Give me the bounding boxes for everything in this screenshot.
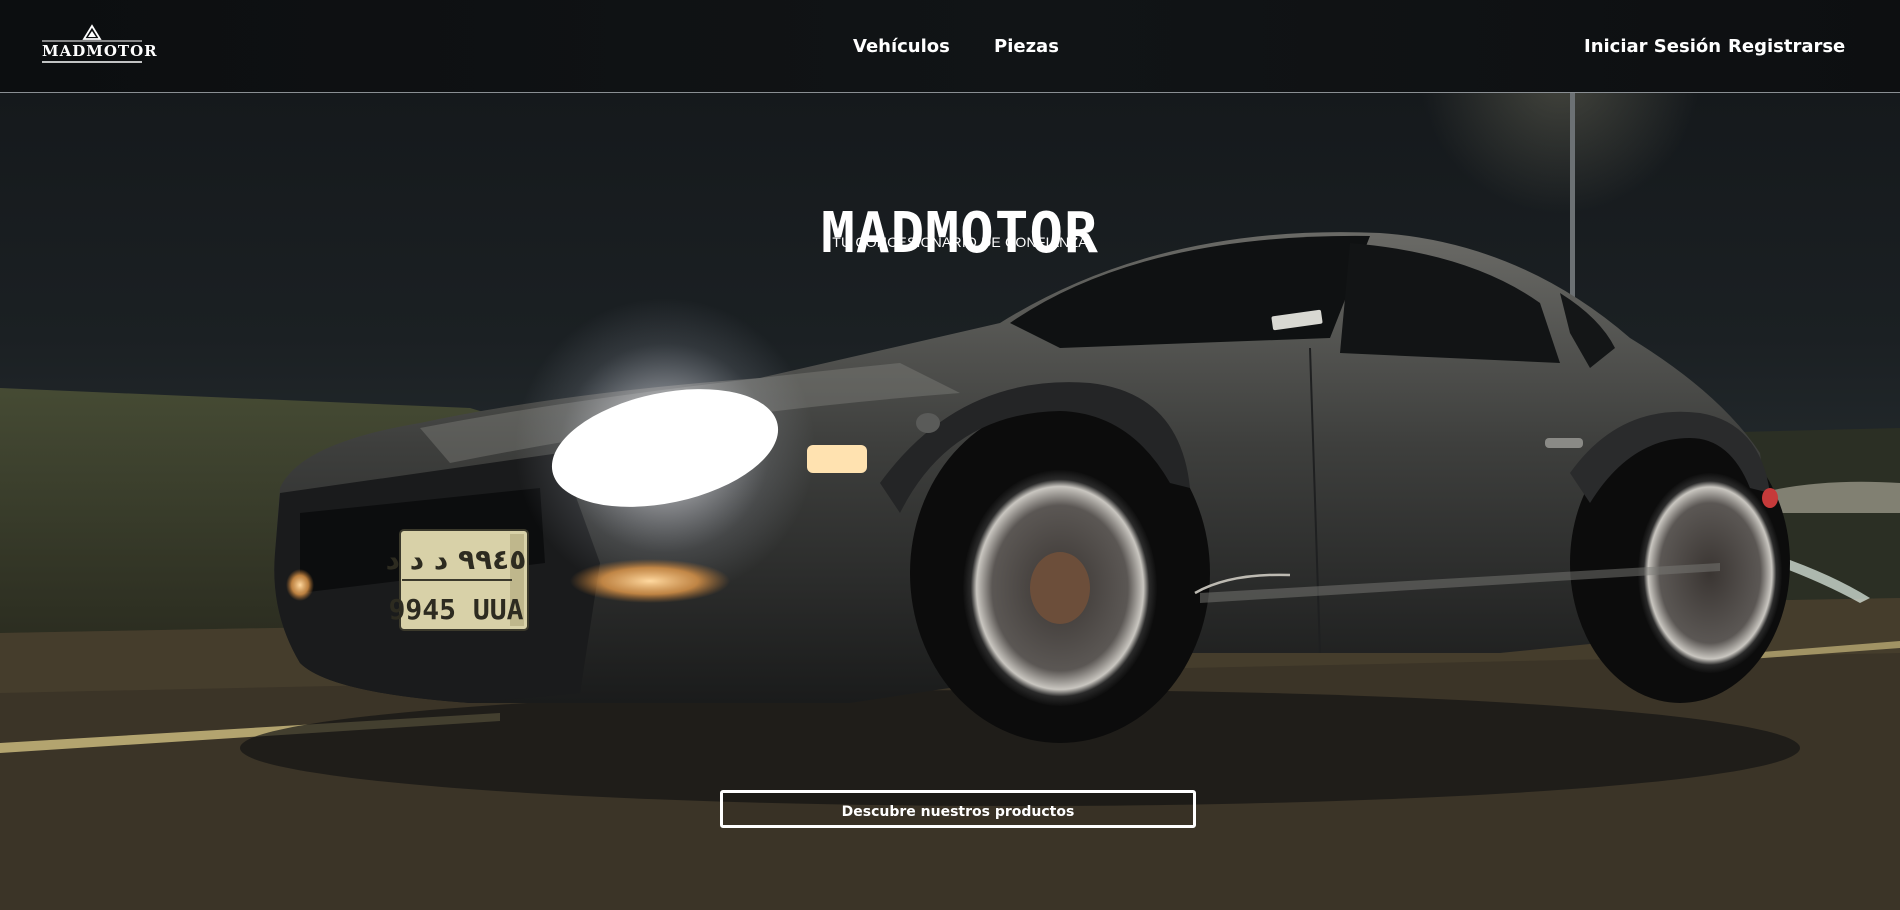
login-link[interactable]: Iniciar Sesión xyxy=(1584,36,1721,58)
logo-wordmark: MADMOTOR xyxy=(42,42,158,60)
hero-section: ٩٩٤٥ د د د 9945 UUA MADMOTOR TU CONCESIO… xyxy=(0,93,1900,910)
plate-top-text: ٩٩٤٥ د د د xyxy=(386,543,527,576)
top-navigation-bar: MADMOTOR Vehículos Piezas Iniciar Sesión… xyxy=(0,0,1900,93)
nav-link-vehicles[interactable]: Vehículos xyxy=(853,36,950,58)
brand-logo[interactable]: MADMOTOR xyxy=(40,24,158,66)
landing-page: MADMOTOR Vehículos Piezas Iniciar Sesión… xyxy=(0,0,1900,910)
discover-products-button[interactable]: Descubre nuestros productos xyxy=(720,790,1196,828)
plate-bottom-text: 9945 UUA xyxy=(389,593,524,626)
hero-subtitle: TU CONCESIONARIO DE CONFIANZA xyxy=(832,234,1088,250)
license-plate: ٩٩٤٥ د د د 9945 UUA xyxy=(386,529,529,631)
nav-link-parts[interactable]: Piezas xyxy=(994,36,1059,58)
register-link[interactable]: Registrarse xyxy=(1728,36,1845,58)
